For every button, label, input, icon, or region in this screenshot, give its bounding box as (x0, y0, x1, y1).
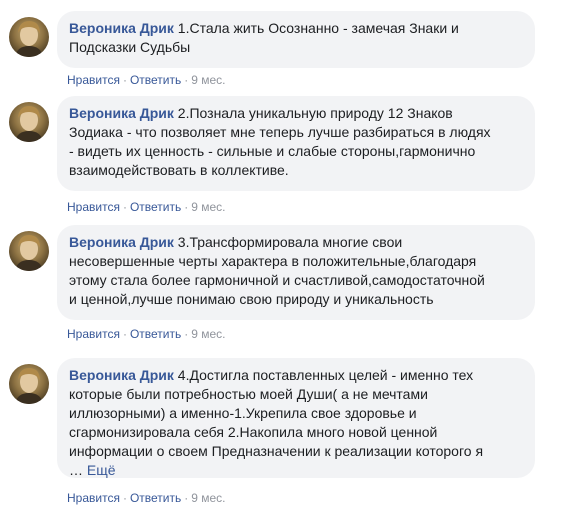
like-link[interactable]: Нравится (67, 73, 120, 87)
profile-photo-icon (15, 368, 43, 404)
avatar[interactable] (9, 364, 49, 404)
comment-text-line: Подсказки Судьбы (69, 39, 191, 55)
comment-text-line: 3.Трансформировала многие свои (177, 234, 403, 250)
comment-author[interactable]: Вероника Дрик (69, 20, 174, 36)
separator: · (122, 491, 127, 505)
comment-bubble: Вероника Дрик 1.Стала жить Осознанно - з… (57, 11, 535, 68)
like-link[interactable]: Нравится (67, 327, 120, 341)
comment-actions: Нравится · Ответить · 9 мес. (67, 326, 226, 342)
comment-bubble: Вероника Дрик 4.Достигла поставленных це… (57, 358, 535, 478)
comment-text-line: информации о своем Предназначении к реал… (69, 443, 484, 459)
ellipsis: … (69, 462, 87, 478)
separator: · (184, 491, 189, 505)
comment-bubble: Вероника Дрик 2.Познала уникальную приро… (57, 96, 535, 191)
comment-actions: Нравится · Ответить · 9 мес. (67, 199, 226, 215)
profile-photo-icon (15, 21, 43, 57)
profile-photo-icon (15, 106, 43, 142)
like-link[interactable]: Нравится (67, 200, 120, 214)
comment-text-line: 1.Стала жить Осознанно - замечая Знаки и (177, 20, 459, 36)
comment-author[interactable]: Вероника Дрик (69, 367, 174, 383)
comment-timestamp[interactable]: 9 мес. (191, 327, 225, 341)
see-more-link[interactable]: Ещё (87, 462, 116, 478)
comment-timestamp[interactable]: 9 мес. (191, 73, 225, 87)
separator: · (122, 73, 127, 87)
comment-actions: Нравится · Ответить · 9 мес. (67, 490, 226, 506)
avatar[interactable] (9, 231, 49, 271)
comment-text-line: и ценной,лучше понимаю свою природу и ун… (69, 291, 434, 307)
separator: · (122, 327, 127, 341)
comment-timestamp[interactable]: 9 мес. (191, 491, 225, 505)
comment-timestamp[interactable]: 9 мес. (191, 200, 225, 214)
separator: · (184, 73, 189, 87)
comment-bubble: Вероника Дрик 3.Трансформировала многие … (57, 225, 535, 320)
comment-author[interactable]: Вероника Дрик (69, 105, 174, 121)
profile-photo-icon (15, 235, 43, 271)
comment-author[interactable]: Вероника Дрик (69, 234, 174, 250)
reply-link[interactable]: Ответить (130, 327, 181, 341)
reply-link[interactable]: Ответить (130, 200, 181, 214)
comment-text-line: Зодиака - что позволяет мне теперь лучше… (69, 124, 491, 140)
comment-text-line: иллюзорными) а именно-1.Укрепила свое зд… (69, 405, 417, 421)
comment-text-line: - видеть их ценность - сильные и слабые … (69, 143, 476, 159)
comment-text-line: несовершенные черты характера в положите… (69, 253, 477, 269)
separator: · (184, 200, 189, 214)
comment-actions: Нравится · Ответить · 9 мес. (67, 72, 226, 88)
comment-text-line: 2.Познала уникальную природу 12 Знаков (177, 105, 453, 121)
reply-link[interactable]: Ответить (130, 491, 181, 505)
reply-link[interactable]: Ответить (130, 73, 181, 87)
avatar[interactable] (9, 102, 49, 142)
comment-text-line: которые были потребностью моей Души( а н… (69, 386, 428, 402)
like-link[interactable]: Нравится (67, 491, 120, 505)
comment-text-line: этому стала более гармоничной и счастлив… (69, 272, 485, 288)
separator: · (122, 200, 127, 214)
comment-text-line: взаимодействовать в коллективе. (69, 162, 289, 178)
avatar[interactable] (9, 17, 49, 57)
comment-text-line: 4.Достигла поставленных целей - именно т… (177, 367, 474, 383)
comment-text-line: сгармонизировала себя 2.Накопила много н… (69, 424, 438, 440)
separator: · (184, 327, 189, 341)
